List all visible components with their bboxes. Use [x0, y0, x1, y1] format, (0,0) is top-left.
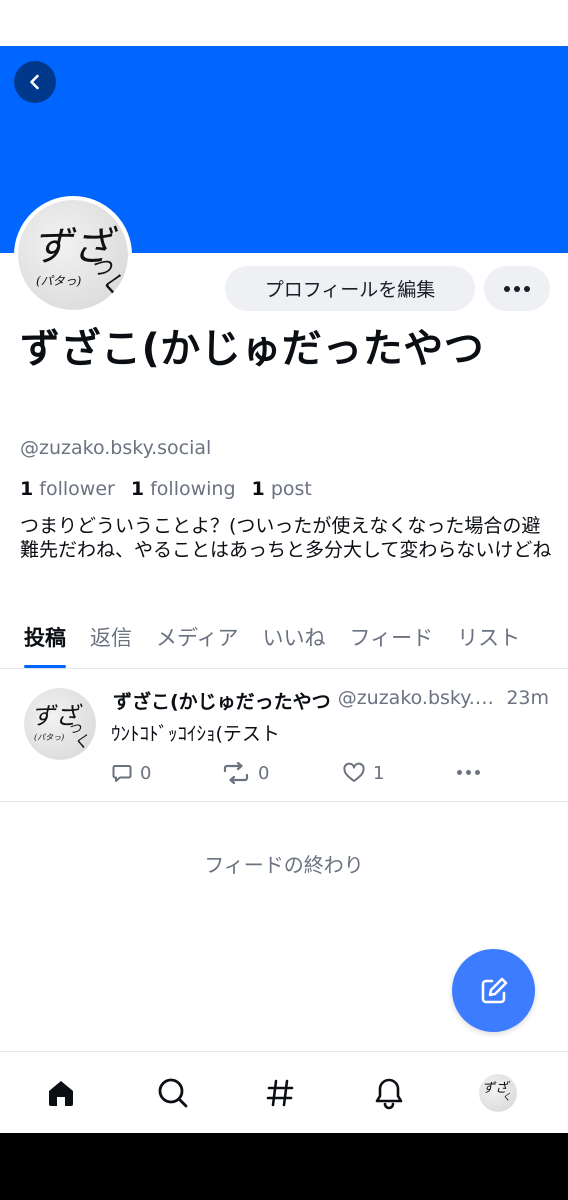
post-header: ずざこ(かじゅだったやつ @zuzako.bsky.social 23m [113, 687, 549, 714]
profile-screen: ずざ つ (パタっ) く プロフィールを編集 ずざこ(かじゅだったやつ @zuz… [0, 0, 568, 1133]
bottom-navigation: ずざ く [0, 1051, 568, 1133]
heart-icon [343, 762, 365, 782]
post-text: ｳﾝﾄｺﾄﾞｯｺｲｼｮ(テスト [111, 723, 280, 745]
reply-button[interactable]: 0 [111, 762, 151, 784]
followers-stat[interactable]: 1 follower [20, 478, 115, 500]
nav-profile[interactable]: ずざ く [468, 1052, 528, 1133]
home-icon [49, 1081, 73, 1106]
ellipsis-icon [504, 285, 530, 292]
repost-arrows-icon [223, 762, 249, 784]
post-actions: 0 0 1 [111, 762, 491, 788]
tab-posts[interactable]: 投稿 [24, 612, 66, 668]
speech-bubble-icon [112, 765, 132, 782]
avatar-image: ずざ つ (パタっ) く [24, 688, 96, 760]
profile-tabs: 投稿 返信 メディア いいね フィード リスト [0, 612, 568, 669]
tab-replies[interactable]: 返信 [90, 612, 132, 668]
avatar-tail-glyph: く [502, 1093, 512, 1103]
display-name: ずざこ(かじゅだったやつ [20, 326, 485, 372]
profile-bio: つまりどういうことよ？(ついったが使えなくなった場合の避難先だわね、やることはあ… [20, 515, 552, 561]
nav-home[interactable] [31, 1052, 91, 1133]
nav-search[interactable] [143, 1052, 203, 1133]
bell-icon [375, 1078, 403, 1110]
profile-more-button[interactable] [484, 266, 550, 311]
repost-button[interactable]: 0 [221, 762, 269, 784]
avatar-image: ずざ つ (パタっ) く [18, 200, 128, 310]
profile-avatar[interactable]: ずざ つ (パタっ) く [14, 196, 132, 314]
compose-button[interactable] [452, 949, 535, 1032]
compose-icon [481, 977, 507, 1003]
nav-notifications[interactable] [359, 1052, 419, 1133]
chevron-left-icon [30, 74, 39, 90]
hashtag-icon [266, 1079, 294, 1107]
edit-profile-button[interactable]: プロフィールを編集 [225, 266, 475, 311]
like-button[interactable]: 1 [342, 762, 384, 784]
following-stat[interactable]: 1 following [131, 478, 236, 500]
avatar: ずざ く [479, 1074, 517, 1112]
post-handle[interactable]: @zuzako.bsky.social [338, 687, 497, 714]
nav-feeds[interactable] [250, 1052, 310, 1133]
feed-end-label: フィードの終わり [204, 853, 364, 877]
tab-likes[interactable]: いいね [263, 612, 326, 668]
avatar-subtext: (パタっ) [34, 733, 65, 742]
tab-lists[interactable]: リスト [457, 612, 520, 668]
feed-post[interactable]: ずざ つ (パタっ) く ずざこ(かじゅだったやつ @zuzako.bsky.s… [0, 670, 568, 802]
avatar-tail-glyph: く [73, 732, 90, 751]
post-more-button[interactable] [457, 770, 480, 775]
back-button[interactable] [14, 61, 56, 103]
posts-stat: 1 post [251, 478, 312, 500]
search-icon [158, 1078, 188, 1108]
like-count: 1 [373, 762, 385, 784]
avatar-image: ずざ く [479, 1074, 517, 1112]
post-avatar[interactable]: ずざ つ (パタっ) く [24, 688, 96, 760]
avatar-subtext: (パタっ) [36, 274, 82, 288]
ellipsis-icon [457, 770, 480, 775]
repost-count: 0 [258, 762, 270, 784]
profile-stats: 1 follower 1 following 1 post [20, 478, 312, 500]
tab-feeds[interactable]: フィード [350, 612, 434, 668]
post-timestamp: 23m [506, 687, 549, 709]
profile-handle: @zuzako.bsky.social [20, 437, 212, 459]
tab-media[interactable]: メディア [156, 612, 239, 668]
status-bar [0, 0, 568, 46]
post-author[interactable]: ずざこ(かじゅだったやつ [113, 687, 331, 714]
avatar-tail-glyph: く [98, 272, 125, 302]
reply-count: 0 [140, 762, 152, 784]
